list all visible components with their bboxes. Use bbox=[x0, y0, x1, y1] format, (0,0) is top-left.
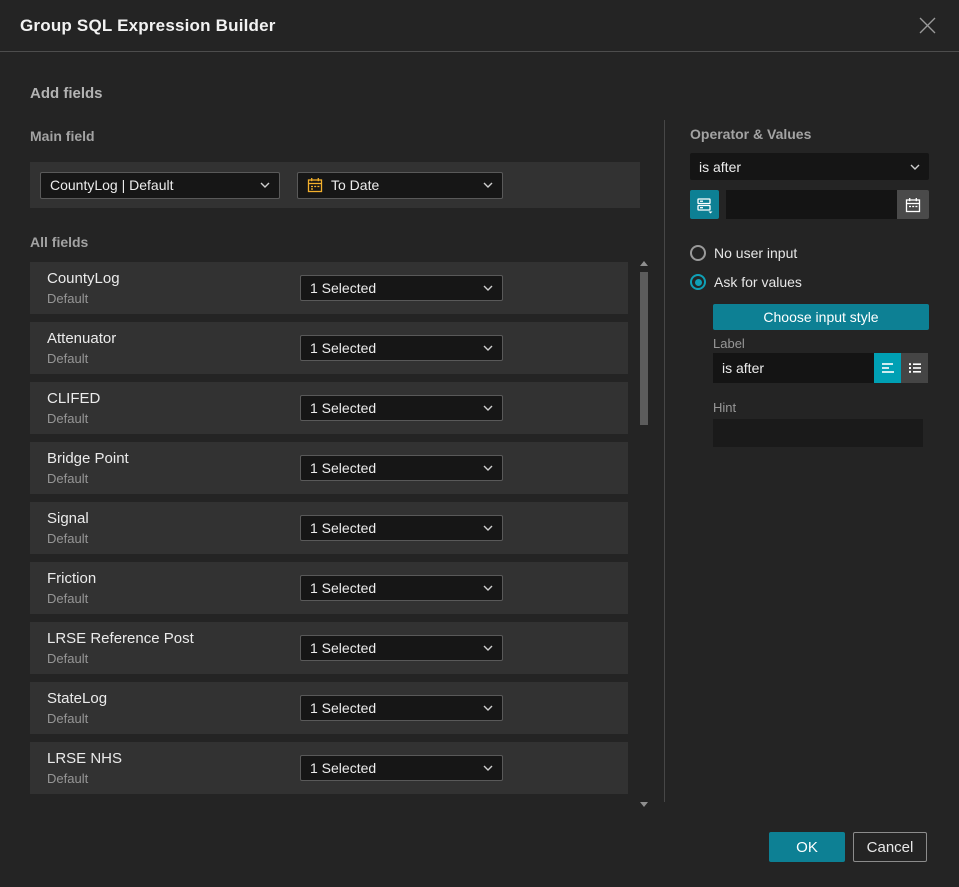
field-selection-dropdown[interactable]: 1 Selected bbox=[300, 635, 503, 661]
calendar-icon bbox=[307, 177, 323, 193]
field-row: LRSE NHS Default 1 Selected bbox=[30, 742, 628, 794]
field-row: Bridge Point Default 1 Selected bbox=[30, 442, 628, 494]
hint-field-label: Hint bbox=[713, 400, 737, 415]
operator-dropdown[interactable]: is after bbox=[690, 153, 929, 180]
field-selection-value: 1 Selected bbox=[310, 580, 377, 596]
scrollbar-thumb[interactable] bbox=[640, 272, 648, 425]
chevron-down-icon bbox=[483, 182, 493, 188]
field-row: CLIFED Default 1 Selected bbox=[30, 382, 628, 434]
operator-value: is after bbox=[699, 158, 742, 175]
field-selection-dropdown[interactable]: 1 Selected bbox=[300, 455, 503, 481]
field-row: Signal Default 1 Selected bbox=[30, 502, 628, 554]
chevron-down-icon bbox=[483, 465, 493, 471]
chevron-down-icon bbox=[483, 705, 493, 711]
main-field-dropdown-value: CountyLog | Default bbox=[50, 177, 174, 193]
input-style-list-toggle[interactable] bbox=[901, 353, 928, 383]
main-field-date-value: To Date bbox=[331, 177, 380, 193]
field-selection-value: 1 Selected bbox=[310, 640, 377, 656]
close-button[interactable] bbox=[915, 14, 939, 38]
hint-input[interactable] bbox=[713, 419, 923, 447]
value-calendar-button[interactable] bbox=[897, 190, 929, 219]
dialog-header: Group SQL Expression Builder bbox=[0, 0, 959, 52]
all-fields-heading: All fields bbox=[30, 234, 89, 250]
field-selection-dropdown[interactable]: 1 Selected bbox=[300, 275, 503, 301]
field-selection-dropdown[interactable]: 1 Selected bbox=[300, 755, 503, 781]
radio-ask-for-values-label: Ask for values bbox=[714, 274, 802, 290]
operator-values-heading: Operator & Values bbox=[690, 126, 812, 142]
label-field-label: Label bbox=[713, 336, 745, 351]
chevron-down-icon bbox=[483, 645, 493, 651]
all-fields-list: CountyLog Default 1 Selected Attenuator … bbox=[30, 262, 628, 802]
field-row: CountyLog Default 1 Selected bbox=[30, 262, 628, 314]
radio-no-user-input-label: No user input bbox=[714, 245, 798, 261]
field-selection-value: 1 Selected bbox=[310, 340, 377, 356]
calendar-icon bbox=[905, 197, 921, 212]
chevron-down-icon bbox=[483, 525, 493, 531]
chevron-down-icon bbox=[483, 405, 493, 411]
scrollbar-down-arrow-icon[interactable] bbox=[640, 802, 648, 807]
field-selection-value: 1 Selected bbox=[310, 700, 377, 716]
chevron-down-icon bbox=[483, 285, 493, 291]
bullet-list-icon bbox=[908, 363, 921, 373]
align-left-icon bbox=[881, 363, 894, 373]
main-field-heading: Main field bbox=[30, 128, 95, 144]
chevron-down-icon bbox=[483, 345, 493, 351]
panel-divider bbox=[664, 120, 665, 802]
field-row: LRSE Reference Post Default 1 Selected bbox=[30, 622, 628, 674]
list-scrollbar[interactable] bbox=[637, 257, 651, 807]
choose-input-style-button[interactable]: Choose input style bbox=[713, 304, 929, 330]
label-input[interactable] bbox=[713, 353, 874, 383]
dialog-title: Group SQL Expression Builder bbox=[20, 15, 276, 35]
chevron-down-icon bbox=[260, 182, 270, 188]
main-field-container: CountyLog | Default To Date bbox=[30, 162, 640, 208]
main-field-date-dropdown[interactable]: To Date bbox=[297, 171, 503, 199]
field-selection-dropdown[interactable]: 1 Selected bbox=[300, 515, 503, 541]
field-selection-value: 1 Selected bbox=[310, 460, 377, 476]
field-selection-dropdown[interactable]: 1 Selected bbox=[300, 395, 503, 421]
value-list-icon bbox=[696, 197, 712, 213]
field-selection-dropdown[interactable]: 1 Selected bbox=[300, 335, 503, 361]
chevron-down-icon bbox=[910, 164, 920, 170]
field-selection-value: 1 Selected bbox=[310, 400, 377, 416]
value-input[interactable] bbox=[726, 190, 897, 219]
ok-button[interactable]: OK bbox=[769, 832, 845, 862]
close-icon bbox=[919, 17, 935, 34]
chevron-down-icon bbox=[483, 585, 493, 591]
add-fields-heading: Add fields bbox=[30, 85, 103, 102]
field-selection-dropdown[interactable]: 1 Selected bbox=[300, 575, 503, 601]
radio-selected-icon bbox=[690, 274, 706, 290]
field-selection-dropdown[interactable]: 1 Selected bbox=[300, 695, 503, 721]
value-type-button[interactable] bbox=[690, 190, 719, 219]
field-selection-value: 1 Selected bbox=[310, 760, 377, 776]
cancel-button[interactable]: Cancel bbox=[853, 832, 927, 862]
field-row: Friction Default 1 Selected bbox=[30, 562, 628, 614]
radio-unselected-icon bbox=[690, 245, 706, 261]
group-sql-expression-builder-dialog: Group SQL Expression Builder Add fields … bbox=[0, 0, 959, 887]
field-row: Attenuator Default 1 Selected bbox=[30, 322, 628, 374]
radio-ask-for-values[interactable]: Ask for values bbox=[690, 274, 802, 290]
main-field-dropdown[interactable]: CountyLog | Default bbox=[40, 171, 280, 199]
input-style-text-toggle[interactable] bbox=[874, 353, 901, 383]
scrollbar-up-arrow-icon[interactable] bbox=[640, 261, 648, 266]
field-selection-value: 1 Selected bbox=[310, 520, 377, 536]
field-selection-value: 1 Selected bbox=[310, 280, 377, 296]
radio-no-user-input[interactable]: No user input bbox=[690, 245, 797, 261]
field-row: StateLog Default 1 Selected bbox=[30, 682, 628, 734]
chevron-down-icon bbox=[483, 765, 493, 771]
